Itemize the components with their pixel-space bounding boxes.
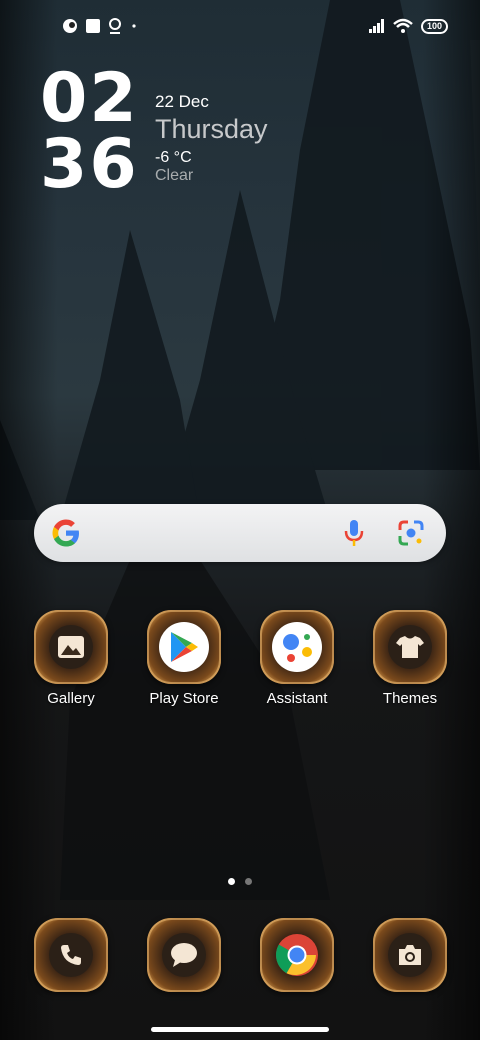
app-assistant[interactable]: Assistant [247, 610, 347, 707]
camera-icon-frame [373, 918, 447, 992]
assistant-icon-inner [272, 622, 322, 672]
day-text: Thursday [155, 114, 268, 144]
signal-icon [368, 19, 384, 33]
gallery-icon-frame [34, 610, 108, 684]
app-gallery[interactable]: Gallery [21, 610, 121, 707]
google-search-bar[interactable] [34, 504, 446, 562]
app-play-store[interactable]: Play Store [134, 610, 234, 707]
play-store-icon-frame [147, 610, 221, 684]
phone-icon-inner [49, 933, 93, 977]
app-label: Play Store [149, 690, 219, 707]
mic-icon[interactable] [340, 518, 368, 548]
lens-icon[interactable] [396, 518, 426, 548]
themes-icon-frame [373, 610, 447, 684]
clock-minutes: 36 [40, 125, 139, 204]
messages-icon [171, 943, 197, 967]
battery-indicator: 100 [420, 18, 448, 34]
chrome-icon [275, 934, 318, 976]
app-themes[interactable]: Themes [360, 610, 460, 707]
app-label: Gallery [47, 690, 95, 707]
assistant-icon-frame [260, 610, 334, 684]
location-pin-icon [109, 18, 121, 34]
weather-condition: Clear [155, 167, 194, 184]
page-indicator [228, 878, 252, 885]
gallery-icon [58, 636, 84, 658]
home-gesture-bar[interactable] [151, 1027, 329, 1032]
play-store-icon [171, 632, 198, 662]
page-dot [245, 878, 252, 885]
themes-icon-inner [388, 625, 432, 669]
camera-icon-inner [388, 933, 432, 977]
dock-phone[interactable] [21, 918, 121, 992]
page-dot-active [228, 878, 235, 885]
gallery-icon-inner [49, 625, 93, 669]
google-logo [52, 519, 79, 547]
app-label: Assistant [266, 690, 328, 707]
dock-messages[interactable] [134, 918, 234, 992]
play-store-icon-inner [159, 622, 209, 672]
square-notification-icon [86, 19, 100, 33]
app-notification-icon [63, 19, 77, 33]
dock-camera[interactable] [360, 918, 460, 992]
assistant-icon [283, 634, 312, 662]
themes-icon [396, 636, 424, 658]
camera-icon [399, 945, 421, 965]
clock-hours: 02 [40, 59, 139, 138]
temperature-text: -6 °C [155, 149, 192, 166]
date-weather-widget[interactable]: 22 Dec Thursday -6 °C Clear [155, 92, 268, 185]
dot-icon [132, 24, 136, 28]
date-text: 22 Dec [155, 92, 209, 111]
status-bar: 100 [0, 14, 480, 42]
phone-icon [61, 945, 81, 965]
wifi-icon [393, 18, 413, 33]
app-label: Themes [382, 690, 438, 707]
messages-icon-frame [147, 918, 221, 992]
chrome-icon-frame [260, 918, 334, 992]
clock-widget[interactable]: 02 36 [40, 59, 139, 204]
phone-icon-frame [34, 918, 108, 992]
messages-icon-inner [162, 933, 206, 977]
chrome-icon-inner [272, 930, 322, 980]
dock-chrome[interactable] [247, 918, 347, 992]
